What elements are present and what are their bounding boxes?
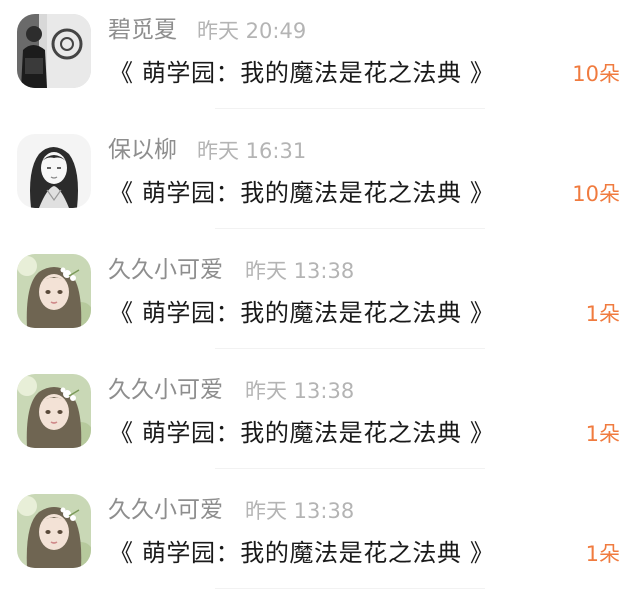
avatar[interactable]: [17, 254, 91, 328]
avatar[interactable]: [17, 494, 91, 568]
avatar[interactable]: [17, 374, 91, 448]
gift-count: 10朵: [572, 62, 620, 86]
gift-count: 10朵: [572, 182, 620, 206]
divider: [215, 468, 485, 469]
avatar-photo-icon: [17, 14, 91, 88]
book-title[interactable]: 《 萌学园：我的魔法是花之法典 》: [109, 175, 494, 211]
avatar-girl-icon: [17, 374, 91, 448]
divider: [215, 108, 485, 109]
user-name[interactable]: 久久小可爱: [108, 254, 223, 286]
comment-time: 昨天 16:31: [197, 139, 307, 163]
book-title[interactable]: 《 萌学园：我的魔法是花之法典 》: [109, 295, 494, 331]
list-item[interactable]: 碧觅夏 昨天 20:49 《 萌学园：我的魔法是花之法典 》 10朵: [0, 0, 640, 120]
gift-count: 1朵: [585, 302, 620, 326]
comment-time: 昨天 13:38: [245, 259, 355, 283]
gift-list: 碧觅夏 昨天 20:49 《 萌学园：我的魔法是花之法典 》 10朵 保以柳 昨…: [0, 0, 640, 600]
comment-time: 昨天 20:49: [197, 19, 307, 43]
user-name[interactable]: 久久小可爱: [108, 374, 223, 406]
avatar-illustration-icon: [17, 134, 91, 208]
comment-time: 昨天 13:38: [245, 379, 355, 403]
divider: [215, 348, 485, 349]
list-item[interactable]: 久久小可爱 昨天 13:38 《 萌学园：我的魔法是花之法典 》 1朵: [0, 240, 640, 360]
gift-count: 1朵: [585, 422, 620, 446]
list-item[interactable]: 久久小可爱 昨天 13:38 《 萌学园：我的魔法是花之法典 》 1朵: [0, 480, 640, 600]
list-item[interactable]: 久久小可爱 昨天 13:38 《 萌学园：我的魔法是花之法典 》 1朵: [0, 360, 640, 480]
avatar[interactable]: [17, 134, 91, 208]
book-title[interactable]: 《 萌学园：我的魔法是花之法典 》: [109, 55, 494, 91]
user-name[interactable]: 碧觅夏: [108, 14, 177, 46]
user-name[interactable]: 久久小可爱: [108, 494, 223, 526]
gift-count: 1朵: [585, 542, 620, 566]
avatar-girl-icon: [17, 494, 91, 568]
avatar-girl-icon: [17, 254, 91, 328]
list-item[interactable]: 保以柳 昨天 16:31 《 萌学园：我的魔法是花之法典 》 10朵: [0, 120, 640, 240]
comment-time: 昨天 13:38: [245, 499, 355, 523]
divider: [215, 588, 485, 589]
book-title[interactable]: 《 萌学园：我的魔法是花之法典 》: [109, 535, 494, 571]
book-title[interactable]: 《 萌学园：我的魔法是花之法典 》: [109, 415, 494, 451]
avatar[interactable]: [17, 14, 91, 88]
divider: [215, 228, 485, 229]
user-name[interactable]: 保以柳: [108, 134, 177, 166]
